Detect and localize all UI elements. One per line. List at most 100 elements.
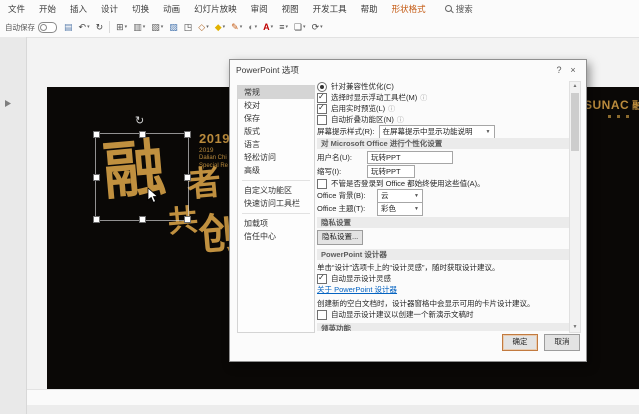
sunac-logo-dots xyxy=(584,115,639,118)
tab-animations[interactable]: 动画 xyxy=(156,3,187,15)
quick-access-toolbar: 自动保存 ▤ ↶ ▾ ↻ ⊞ ▾ ▥ ▾ ▧ ▾ ▨ ◳ ◇ ▾ ◆ ▾ ✎ ▾ ◐ ▾ A ▾ … xyxy=(0,17,639,38)
nav-item-trust-center[interactable]: 信任中心 xyxy=(238,230,314,243)
help-icon[interactable]: ? xyxy=(552,65,566,75)
nav-item-accessibility[interactable]: 轻松访问 xyxy=(238,151,314,164)
designer-description: 单击“设计”选项卡上的“设计灵感”，随时获取设计建议。 xyxy=(317,263,500,272)
menu-bar: 文件 开始 插入 设计 切换 动画 幻灯片放映 审阅 视图 开发工具 帮助 形状… xyxy=(0,0,639,17)
scrollbar-thumb[interactable] xyxy=(571,93,579,151)
shape-selection-box[interactable] xyxy=(93,131,191,223)
align-icon[interactable]: ≡ ▾ xyxy=(277,21,290,34)
checkbox-new-presentation-suggest-label: 自动显示设计建议以创建一个新演示文稿时 xyxy=(331,310,474,319)
radio-optimize-compat-label: 针对兼容性优化(C) xyxy=(331,82,394,91)
tab-slideshow[interactable]: 幻灯片放映 xyxy=(187,3,244,15)
search-box[interactable]: 搜索 xyxy=(444,3,473,15)
pane-resize-handle-icon[interactable] xyxy=(5,100,11,107)
chevron-down-icon: ▼ xyxy=(414,205,419,212)
layout-icon[interactable]: ▥ ▾ xyxy=(131,21,147,34)
username-field[interactable]: 玩转PPT xyxy=(367,151,453,164)
tab-help[interactable]: 帮助 xyxy=(354,3,385,15)
text-fill-icon[interactable]: A ▾ xyxy=(261,21,275,34)
tab-file[interactable]: 文件 xyxy=(0,3,32,15)
cancel-button[interactable]: 取消 xyxy=(544,334,580,351)
tab-shape-format[interactable]: 形状格式 xyxy=(385,3,433,15)
autosave-control[interactable]: 自动保存 xyxy=(5,21,57,33)
selection-handle-nw[interactable] xyxy=(93,131,100,138)
section-privacy: 隐私设置 xyxy=(317,217,573,228)
tab-design[interactable]: 设计 xyxy=(94,3,125,15)
section-linkedin: 领英功能 xyxy=(317,323,573,331)
nav-item-quick-access[interactable]: 快速访问工具栏 xyxy=(238,197,314,210)
designer-about-link[interactable]: 关于 PowerPoint 设计器 xyxy=(317,284,397,295)
checkbox-mini-toolbar[interactable] xyxy=(317,92,327,103)
options-body: 针对兼容性优化(C) 选择时显示浮动工具栏(M) ⓘ 启用实时预览(L) ⓘ 自… xyxy=(317,81,573,331)
tab-home[interactable]: 开始 xyxy=(32,3,63,15)
shapes-icon[interactable]: ◇ ▾ xyxy=(196,21,210,34)
office-background-select[interactable]: 云 ▼ xyxy=(377,188,423,203)
nav-item-advanced[interactable]: 高级 xyxy=(238,164,314,177)
scroll-down-icon[interactable]: ▼ xyxy=(573,323,578,332)
rotate-handle-icon[interactable]: ↻ xyxy=(135,114,144,127)
selection-handle-ne[interactable] xyxy=(184,131,191,138)
dialog-title-bar[interactable]: PowerPoint 选项 ? × xyxy=(230,60,586,80)
checkbox-always-use-values[interactable] xyxy=(317,178,327,189)
shape-fill-icon[interactable]: ◆ ▾ xyxy=(213,21,227,34)
tab-developer[interactable]: 开发工具 xyxy=(306,3,354,15)
selection-handle-e[interactable] xyxy=(184,174,191,181)
picture-icon[interactable]: ▨ xyxy=(167,21,180,34)
undo-icon[interactable]: ↶ ▾ xyxy=(77,21,92,34)
thumbnail-pane[interactable] xyxy=(0,37,27,414)
nav-item-customize-ribbon[interactable]: 自定义功能区 xyxy=(238,184,314,197)
ok-button[interactable]: 确定 xyxy=(502,334,538,351)
info-icon: ⓘ xyxy=(396,116,404,124)
checkbox-new-presentation-suggest[interactable] xyxy=(317,309,327,320)
selection-handle-s[interactable] xyxy=(139,216,146,223)
dialog-scrollbar[interactable]: ▲ ▼ xyxy=(569,81,581,333)
nav-item-general[interactable]: 常规 xyxy=(238,86,314,99)
close-icon[interactable]: × xyxy=(566,65,580,75)
selection-handle-se[interactable] xyxy=(184,216,191,223)
scroll-up-icon[interactable]: ▲ xyxy=(573,82,578,91)
tab-view[interactable]: 视图 xyxy=(275,3,306,15)
tab-review[interactable]: 审阅 xyxy=(244,3,275,15)
initials-field[interactable]: 玩转PPT xyxy=(367,165,415,178)
autosave-toggle[interactable] xyxy=(38,21,57,33)
save-icon[interactable]: ▤ xyxy=(62,21,75,34)
checkbox-collapse-ribbon[interactable] xyxy=(317,114,327,125)
shape-outline-icon[interactable]: ✎ ▾ xyxy=(229,21,244,34)
checkbox-design-ideas-label: 自动显示设计灵感 xyxy=(331,274,391,283)
rotate-icon[interactable]: ⟳ ▾ xyxy=(310,21,325,34)
screentip-select[interactable]: 在屏幕提示中显示功能说明 ▼ xyxy=(378,124,495,139)
checkbox-design-ideas[interactable] xyxy=(317,273,327,284)
checkbox-mini-toolbar-label: 选择时显示浮动工具栏(M) xyxy=(331,93,418,102)
nav-item-language[interactable]: 语言 xyxy=(238,138,314,151)
office-theme-select[interactable]: 彩色 ▼ xyxy=(377,201,423,216)
designer-description-2: 创建新的空白文档时，设计器窗格中会显示可用的卡片设计建议。 xyxy=(317,299,535,308)
tab-insert[interactable]: 插入 xyxy=(63,3,94,15)
options-nav: 常规 校对 保存 版式 语言 轻松访问 高级 自定义功能区 快速访问工具栏 加载… xyxy=(237,85,315,333)
radio-optimize-compat[interactable] xyxy=(317,81,327,92)
section-icon[interactable]: ▧ ▾ xyxy=(149,21,165,34)
tab-transitions[interactable]: 切换 xyxy=(125,3,156,15)
powerpoint-window: 文件 开始 插入 设计 切换 动画 幻灯片放映 审阅 视图 开发工具 帮助 形状… xyxy=(0,0,639,414)
crop-icon[interactable]: ◳ xyxy=(182,21,195,34)
redo-icon[interactable]: ↻ xyxy=(94,21,106,34)
privacy-settings-button[interactable]: 隐私设置... xyxy=(317,229,364,245)
arrange-icon[interactable]: ❏ ▾ xyxy=(292,21,308,34)
slide-text-zhe[interactable]: 者 xyxy=(185,163,222,206)
section-designer: PowerPoint 设计器 xyxy=(317,249,573,260)
grid-icon[interactable]: ⊞ ▾ xyxy=(114,21,129,34)
nav-item-addins[interactable]: 加载项 xyxy=(238,217,314,230)
nav-item-layout[interactable]: 版式 xyxy=(238,125,314,138)
chevron-down-icon: ▼ xyxy=(485,128,491,135)
selection-handle-n[interactable] xyxy=(139,131,146,138)
selection-handle-sw[interactable] xyxy=(93,216,100,223)
shape-effects-icon[interactable]: ◐ ▾ xyxy=(246,21,259,34)
selection-handle-w[interactable] xyxy=(93,174,100,181)
options-dialog: PowerPoint 选项 ? × 常规 校对 保存 版式 语言 轻松访问 高级… xyxy=(229,59,587,362)
section-personalize: 对 Microsoft Office 进行个性化设置 xyxy=(317,138,573,149)
notes-bar[interactable] xyxy=(27,389,639,406)
checkbox-live-preview[interactable] xyxy=(317,103,327,114)
nav-item-proofing[interactable]: 校对 xyxy=(238,99,314,112)
nav-item-save[interactable]: 保存 xyxy=(238,112,314,125)
username-label: 用户名(U): xyxy=(317,153,352,162)
